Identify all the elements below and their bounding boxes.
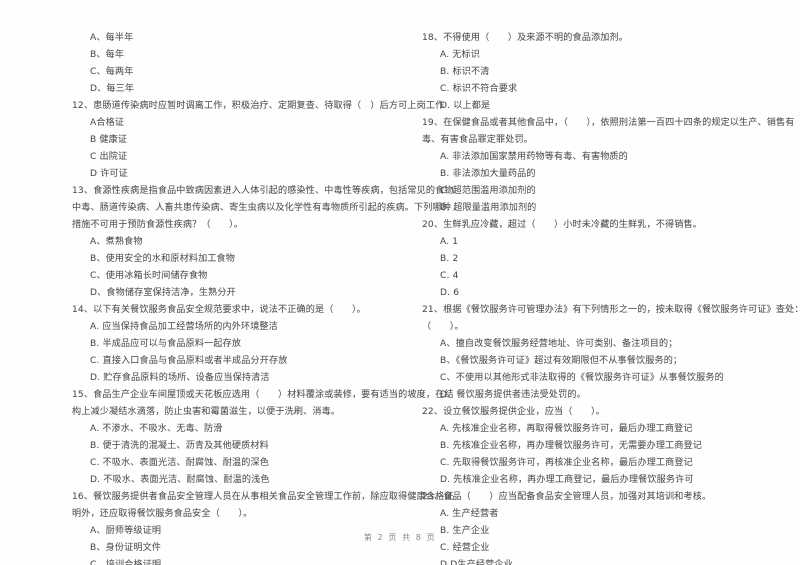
answer-option: B. 标识不清 [440, 67, 490, 77]
question-stem: 13、食源性疾病是指食品中致病因素进入人体引起的感染性、中毒性等疾病，包括常见的… [72, 186, 454, 196]
question-stem-continuation: 中毒、肠道传染病、人畜共患传染病、寄生虫病以及化学性有毒物质所引起的疾病。下列哪… [72, 203, 451, 213]
answer-option: D. 贮存食品原料的场所、设备应当保持清洁 [90, 373, 270, 383]
right-column: 18、不得使用（ ）及来源不明的食品添加剂。 A. 无标识 B. 标识不清 C. 标识… [400, 30, 800, 565]
answer-option: D. 不吸水、表面光洁、耐腐蚀、耐温的浅色 [90, 475, 270, 485]
answer-option: C. 超范围滥用添加剂的 [440, 186, 536, 196]
answer-option: D. 超限量滥用添加剂的 [440, 203, 537, 213]
question-stem: 21、根据《餐饮服务许可管理办法》有下列情形之一的，按未取得《餐饮服务许可证》查… [422, 305, 800, 315]
answer-option: D. 以上都是 [440, 101, 491, 111]
scanned-page: A、每半年 B、每年 C、每两年 D、每三年 12、患肠道传染病时应暂时调离工作，积极治… [0, 0, 800, 565]
answer-option: A. 1 [440, 237, 459, 247]
answer-option: A. 应当保持食品加工经营场所的内外环境整洁 [90, 322, 278, 332]
answer-option: D、每三年 [90, 84, 135, 94]
question-stem: 23、食品（ ）应当配备食品安全管理人员，加强对其培训和考核。 [422, 492, 712, 502]
answer-option: B. 便于清洗的混凝土、沥青及其他硬质材料 [90, 441, 269, 451]
answer-option: B、《餐饮服务许可证》超过有效期限但不从事餐饮服务的； [440, 356, 683, 366]
question-stem: 18、不得使用（ ）及来源不明的食品添加剂。 [422, 33, 628, 43]
answer-option: A. 先核准企业名称，再取得餐饮服务许可，最后办理工商登记 [440, 424, 693, 434]
answer-option: A. 生产经营者 [440, 509, 499, 519]
answer-option: D 许可证 [90, 169, 128, 179]
answer-option: A、擅自改变餐饮服务经营地址、许可类别、备注项目的； [440, 339, 678, 349]
answer-option: A、每半年 [90, 33, 134, 43]
answer-option: C. 4 [440, 271, 459, 281]
answer-option: D. 6 [440, 288, 460, 298]
answer-option: B、使用安全的水和原材料加工食物 [90, 254, 236, 264]
answer-option: D、餐饮服务提供者违法受处罚的。 [440, 390, 586, 400]
question-stem-continuation: （ ）。 [422, 322, 464, 332]
answer-option: C. 不吸水、表面光洁、耐腐蚀、耐温的深色 [90, 458, 269, 468]
answer-option: B. 非法添加大量药品的 [440, 169, 536, 179]
question-stem: 15、食品生产企业车间屋顶或天花板应选用（ ）材料覆涂或装修，要有适当的坡度，在… [72, 390, 454, 400]
answer-option: B 健康证 [90, 135, 128, 145]
answer-option: B. 半成品应可以与食品原料一起存放 [90, 339, 242, 349]
answer-option: C、使用冰箱长时间储存食物 [90, 271, 208, 281]
question-stem: 19、在保健食品或者其他食品中，（ ），依照刑法第一百四十四条的规定以生产、销售… [422, 118, 795, 128]
answer-option: C. 直接入口食品与食品原料或者半成品分开存放 [90, 356, 288, 366]
question-stem: 16、餐饮服务提供者食品安全管理人员在从事相关食品安全管理工作前，除应取得健康合… [72, 492, 454, 502]
question-stem-continuation: 明外，还应取得餐饮服务食品安全（ ）。 [72, 509, 253, 519]
answer-option: C、每两年 [90, 67, 134, 77]
question-stem-continuation: 构上减少凝结水滴落，防止虫害和霉菌滋生，以便于洗刷、消毒。 [72, 407, 341, 417]
answer-option: D.D生产经营企业 [440, 560, 513, 565]
answer-option: A. 非法添加国家禁用药物等有毒、有害物质的 [440, 152, 628, 162]
left-column: A、每半年 B、每年 C、每两年 D、每三年 12、患肠道传染病时应暂时调离工作，积极治… [0, 30, 454, 565]
answer-option: C 出院证 [90, 152, 128, 162]
answer-option: B. 2 [440, 254, 459, 264]
answer-option: B. 先核准企业名称，再办理餐饮服务许可，无需要办理工商登记 [440, 441, 703, 451]
answer-option: C. 标识不符合要求 [440, 84, 518, 94]
answer-option: D. 先核准企业名称，再办理工商登记，最后办理餐饮服务许可 [440, 475, 694, 485]
answer-option: C、不使用以其他形式非法取得的《餐饮服务许可证》从事餐饮服务的 [440, 373, 724, 383]
question-stem-continuation: 毒、有害食品罪定罪处罚。 [422, 135, 533, 145]
question-stem: 22、设立餐饮服务提供企业，应当（ ）。 [422, 407, 605, 417]
page-footer: 第 2 页 共 8 页 [363, 533, 437, 542]
answer-option: A. 不渗水、不吸水、无毒、防滑 [90, 424, 223, 434]
page-columns: A、每半年 B、每年 C、每两年 D、每三年 12、患肠道传染病时应暂时调离工作，积极治… [0, 30, 800, 565]
question-stem: 14、以下有关餐饮服务食品安全规范要求中，说法不正确的是（ ）。 [72, 305, 366, 315]
question-stem-continuation: 措施不可用于预防食源性疾病？（ ）。 [72, 220, 244, 230]
answer-option: B、每年 [90, 50, 125, 60]
answer-option: D、食物储存室保持洁净，生熟分开 [90, 288, 236, 298]
answer-option: C. 先取得餐饮服务许可，再核准企业名称，最后办理工商登记 [440, 458, 693, 468]
question-stem: 20、生鲜乳应冷藏，超过（ ）小时未冷藏的生鲜乳，不得销售。 [422, 220, 702, 230]
question-stem: 12、患肠道传染病时应暂时调离工作，积极治疗、定期复查、待取得（ ）后方可上岗工… [72, 101, 445, 111]
answer-option: C、培训合格证明 [90, 560, 162, 565]
answer-option: A. 无标识 [440, 50, 481, 60]
answer-option: A合格证 [90, 118, 125, 128]
answer-option: A、煮熟食物 [90, 237, 143, 247]
